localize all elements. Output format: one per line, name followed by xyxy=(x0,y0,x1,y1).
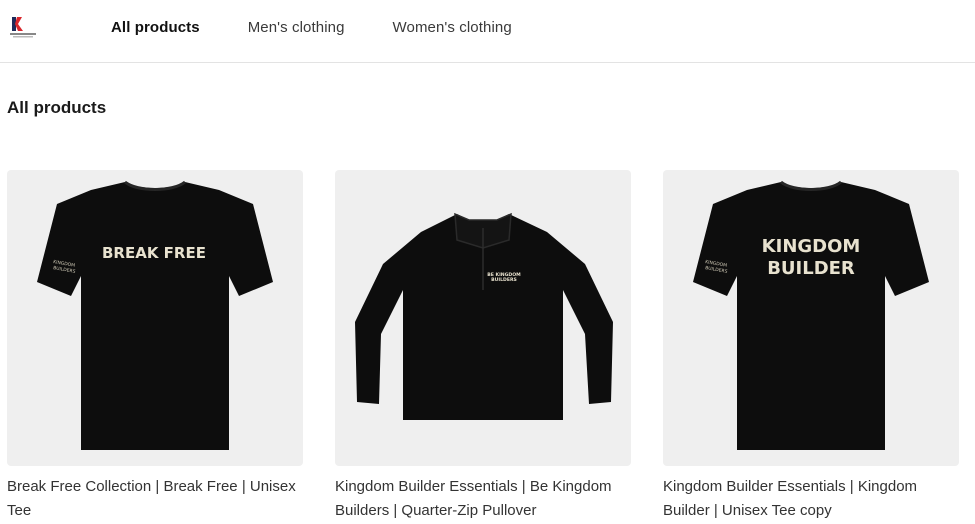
print-text: BREAK FREE xyxy=(102,244,206,262)
product-image-quarter-zip[interactable]: BE KINGDOM BUILDERS xyxy=(335,170,631,466)
product-title[interactable]: Kingdom Builder Essentials | Be Kingdom … xyxy=(335,475,631,523)
product-card[interactable]: KINGDOM BUILDER KINGDOM BUILDERS Kingdom… xyxy=(663,170,959,523)
page-title: All products xyxy=(7,98,107,117)
product-title[interactable]: Kingdom Builder Essentials | Kingdom Bui… xyxy=(663,475,959,523)
print-text: BUILDER xyxy=(767,258,855,279)
nav-mens-clothing[interactable]: Men's clothing xyxy=(248,19,345,36)
product-card[interactable]: BREAK FREE KINGDOM BUILDERS Break Free C… xyxy=(7,170,303,523)
store-logo[interactable] xyxy=(8,14,38,40)
product-image-tee[interactable]: KINGDOM BUILDER KINGDOM BUILDERS xyxy=(663,170,959,466)
site-header: All products Men's clothing Women's clot… xyxy=(0,0,975,63)
product-image-tee[interactable]: BREAK FREE KINGDOM BUILDERS xyxy=(7,170,303,466)
nav-all-products[interactable]: All products xyxy=(111,19,200,36)
print-text: BUILDERS xyxy=(491,277,517,283)
product-card[interactable]: BE KINGDOM BUILDERS Kingdom Builder Esse… xyxy=(335,170,631,523)
main-nav: All products Men's clothing Women's clot… xyxy=(111,0,560,54)
print-text: KINGDOM xyxy=(762,236,861,257)
nav-womens-clothing[interactable]: Women's clothing xyxy=(393,19,512,36)
product-grid: BREAK FREE KINGDOM BUILDERS Break Free C… xyxy=(7,170,959,523)
product-title[interactable]: Break Free Collection | Break Free | Uni… xyxy=(7,475,303,523)
